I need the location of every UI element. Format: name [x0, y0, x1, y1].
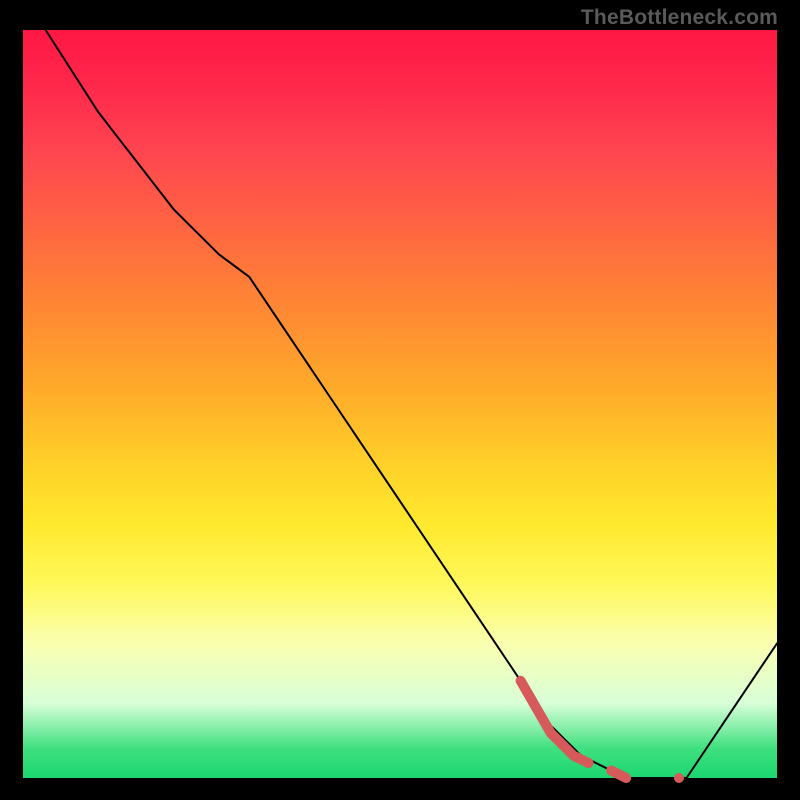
main-curve — [46, 30, 777, 778]
chart-svg — [23, 30, 777, 778]
highlight-segment — [521, 681, 684, 783]
attribution-label: TheBottleneck.com — [581, 6, 778, 30]
plot-area — [23, 30, 777, 778]
chart-stage: TheBottleneck.com — [0, 0, 800, 800]
